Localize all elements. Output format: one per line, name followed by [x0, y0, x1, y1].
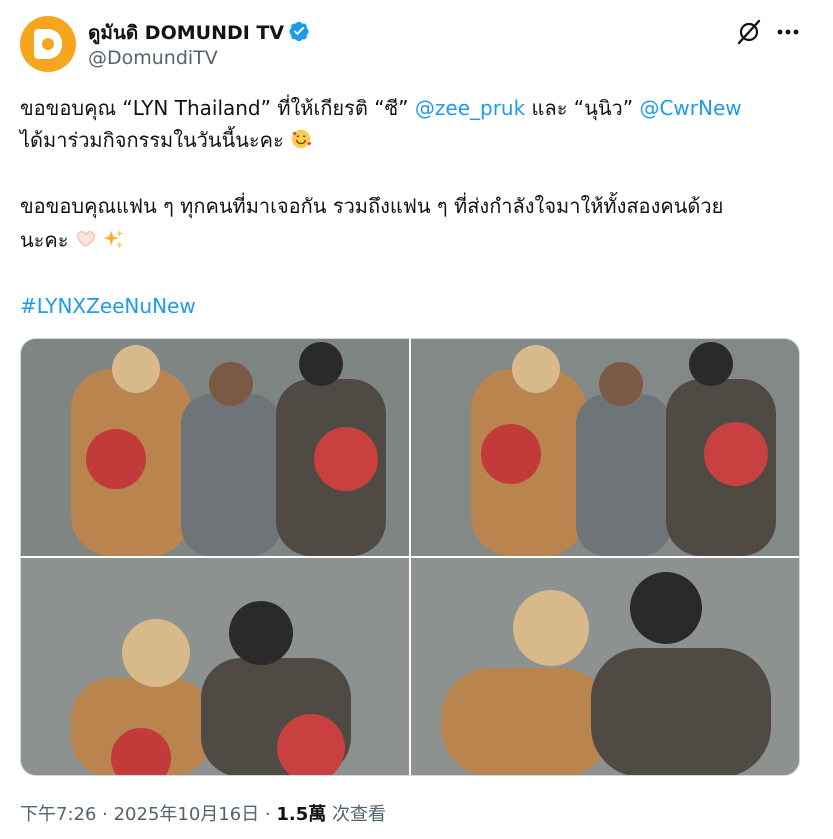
photo-1-image — [21, 339, 409, 556]
hashtag-link[interactable]: #LYNXZeeNuNew — [20, 290, 810, 322]
tweet-footer: 下午7:26 · 2025年10月16日 · 1.5萬 次查看 — [20, 800, 386, 826]
photo-4-image — [411, 558, 799, 775]
photo-4[interactable] — [411, 558, 799, 775]
author-display-name[interactable]: ดูมันดิ DOMUNDI TV — [88, 18, 284, 48]
timestamp[interactable]: 下午7:26 · 2025年10月16日 · — [20, 804, 276, 825]
tweet-text-line-3: ขอขอบคุณแฟน ๆ ทุกคนที่มาเจอกัน รวมถึงแฟน… — [20, 194, 724, 218]
tweet-text-segment: และ “นุนิว” — [525, 96, 640, 120]
views-count: 1.5萬 — [276, 804, 327, 825]
media-grid — [20, 338, 800, 776]
more-icon[interactable] — [772, 18, 804, 46]
views-label: 次查看 — [326, 804, 386, 825]
tweet-text-line-4: นะคะ — [20, 224, 810, 256]
verified-badge-icon[interactable] — [288, 20, 310, 42]
author-avatar[interactable] — [20, 16, 76, 72]
tweet: ดูมันดิ DOMUNDI TV @DomundiTV ขอขอบคุณ “… — [0, 0, 833, 839]
smiling-face-with-hearts-emoji — [291, 129, 312, 149]
heart-hands-emoji — [77, 231, 95, 248]
mention-link-zee[interactable]: @zee_pruk — [415, 96, 525, 120]
author-handle[interactable]: @DomundiTV — [88, 47, 218, 69]
photo-3[interactable] — [21, 558, 409, 775]
photo-2[interactable] — [411, 339, 799, 556]
mention-link-cwrnew[interactable]: @CwrNew — [639, 96, 741, 120]
domundi-logo-icon — [34, 29, 62, 59]
photo-2-image — [411, 339, 799, 556]
photo-3-image — [21, 558, 409, 775]
tweet-text-line-1: ขอขอบคุณ “LYN Thailand” ที่ให้เกียรติ “ซ… — [20, 92, 810, 124]
sparkles-emoji — [104, 229, 124, 249]
tweet-text-segment: ได้มาร่วมกิจกรรมในวันนี้นะคะ — [20, 128, 284, 152]
tweet-text-segment: ขอขอบคุณ “LYN Thailand” ที่ให้เกียรติ “ซ… — [20, 96, 415, 120]
grok-icon[interactable] — [735, 18, 763, 46]
photo-1[interactable] — [21, 339, 409, 556]
tweet-text-segment: นะคะ — [20, 228, 69, 252]
tweet-text-line-2: ได้มาร่วมกิจกรรมในวันนี้นะคะ — [20, 124, 810, 156]
